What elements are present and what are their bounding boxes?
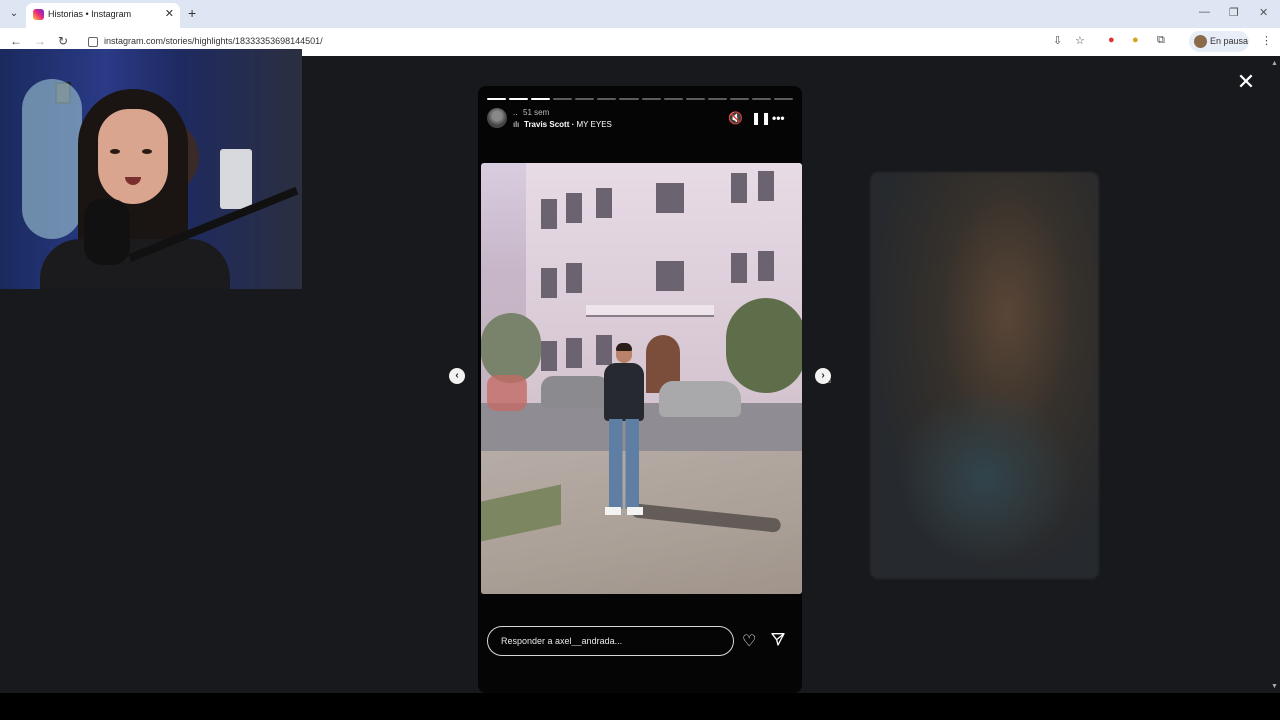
parked-car [659, 381, 741, 417]
music-title: MY EYES [576, 120, 612, 129]
browser-menu-icon[interactable]: ⋮ [1261, 34, 1272, 47]
profile-avatar [1194, 35, 1207, 48]
next-story-preview[interactable] [870, 172, 1099, 579]
bottom-bar [0, 693, 1280, 720]
previous-story-button[interactable]: ‹ [449, 368, 465, 384]
story-time-ago: 51 sem [523, 108, 550, 117]
extensions-puzzle-icon[interactable]: ⧉ [1157, 34, 1165, 47]
streamer-eye [142, 149, 152, 154]
tree [726, 298, 802, 393]
bookmark-star-icon[interactable]: ☆ [1075, 34, 1085, 47]
gaming-chair [22, 79, 82, 239]
streamer-body [40, 239, 230, 289]
restore-icon[interactable]: ❐ [1229, 6, 1239, 19]
person [599, 343, 649, 523]
url-text[interactable]: instagram.com/stories/highlights/1833335… [104, 36, 323, 46]
heart-icon[interactable]: ♡ [742, 631, 756, 651]
story-music[interactable]: Travis Scott · MY EYES [524, 120, 612, 129]
scrollbar[interactable] [1270, 56, 1280, 693]
site-info-icon[interactable] [88, 37, 98, 47]
progress-segment [553, 98, 573, 100]
progress-segment [751, 98, 772, 100]
progress-segment [707, 98, 727, 100]
progress-segment [487, 98, 507, 100]
progress-segment [531, 98, 551, 100]
pause-icon[interactable]: ❚❚ [751, 111, 771, 125]
story-card: .. 51 sem ılı Travis Scott · MY EYES 🔇 ❚… [478, 86, 802, 693]
speaker-muted-icon[interactable]: 🔇 [728, 111, 743, 125]
tab-title: Historias • Instagram [48, 9, 132, 19]
music-artist: Travis Scott [524, 120, 570, 129]
progress-segment [619, 98, 639, 100]
progress-segment [575, 98, 595, 100]
story-user-avatar[interactable] [487, 108, 507, 128]
forward-icon[interactable]: → [34, 34, 46, 48]
close-stories-icon[interactable]: ✕ [1236, 71, 1256, 93]
streamer-eye [110, 149, 120, 154]
install-app-icon[interactable]: ⇩ [1053, 34, 1062, 47]
window-close-icon[interactable]: ✕ [1259, 6, 1268, 19]
progress-segment [774, 98, 794, 100]
motorcycle [487, 375, 527, 411]
heater [220, 149, 252, 209]
story-username[interactable]: .. [513, 108, 517, 117]
scroll-down-icon[interactable]: ▼ [1271, 683, 1278, 690]
scroll-up-icon[interactable]: ▲ [1271, 60, 1278, 67]
progress-segment [729, 98, 749, 100]
microphone [84, 199, 130, 265]
tab-close-icon[interactable]: ✕ [165, 7, 174, 20]
story-photo [481, 163, 802, 594]
progress-segment [663, 98, 683, 100]
minimize-icon[interactable]: — [1199, 6, 1210, 18]
reload-icon[interactable]: ↻ [58, 34, 68, 48]
hand-cursor-icon: ☝ [824, 372, 832, 386]
profile-status: En pausa [1210, 36, 1249, 46]
progress-segment [597, 98, 617, 100]
tab-instagram-stories[interactable]: Historias • Instagram ✕ [26, 3, 180, 28]
progress-segment [641, 98, 661, 100]
instagram-favicon-icon [33, 9, 44, 20]
back-icon[interactable]: ← [10, 34, 22, 48]
more-icon[interactable]: ••• [772, 111, 785, 125]
streamer-face [98, 109, 168, 204]
entrance-canopy [586, 305, 714, 317]
tree [481, 313, 541, 383]
story-reply-input[interactable] [487, 626, 734, 656]
webcam-overlay [0, 49, 302, 289]
profile-button[interactable]: En pausa [1189, 31, 1249, 52]
story-progress [487, 98, 794, 100]
tab-bar: ⌄ Historias • Instagram ✕ + — ❐ ✕ [0, 0, 1280, 28]
extension-icon[interactable]: ● [1132, 34, 1139, 46]
music-bars-icon: ılı [513, 120, 520, 129]
send-icon[interactable] [770, 631, 786, 647]
progress-segment [685, 98, 705, 100]
progress-segment [509, 98, 529, 100]
extension-adblock-icon[interactable]: ● [1108, 34, 1115, 46]
new-tab-button[interactable]: + [188, 5, 196, 21]
tab-search-chevron-icon[interactable]: ⌄ [6, 6, 22, 22]
